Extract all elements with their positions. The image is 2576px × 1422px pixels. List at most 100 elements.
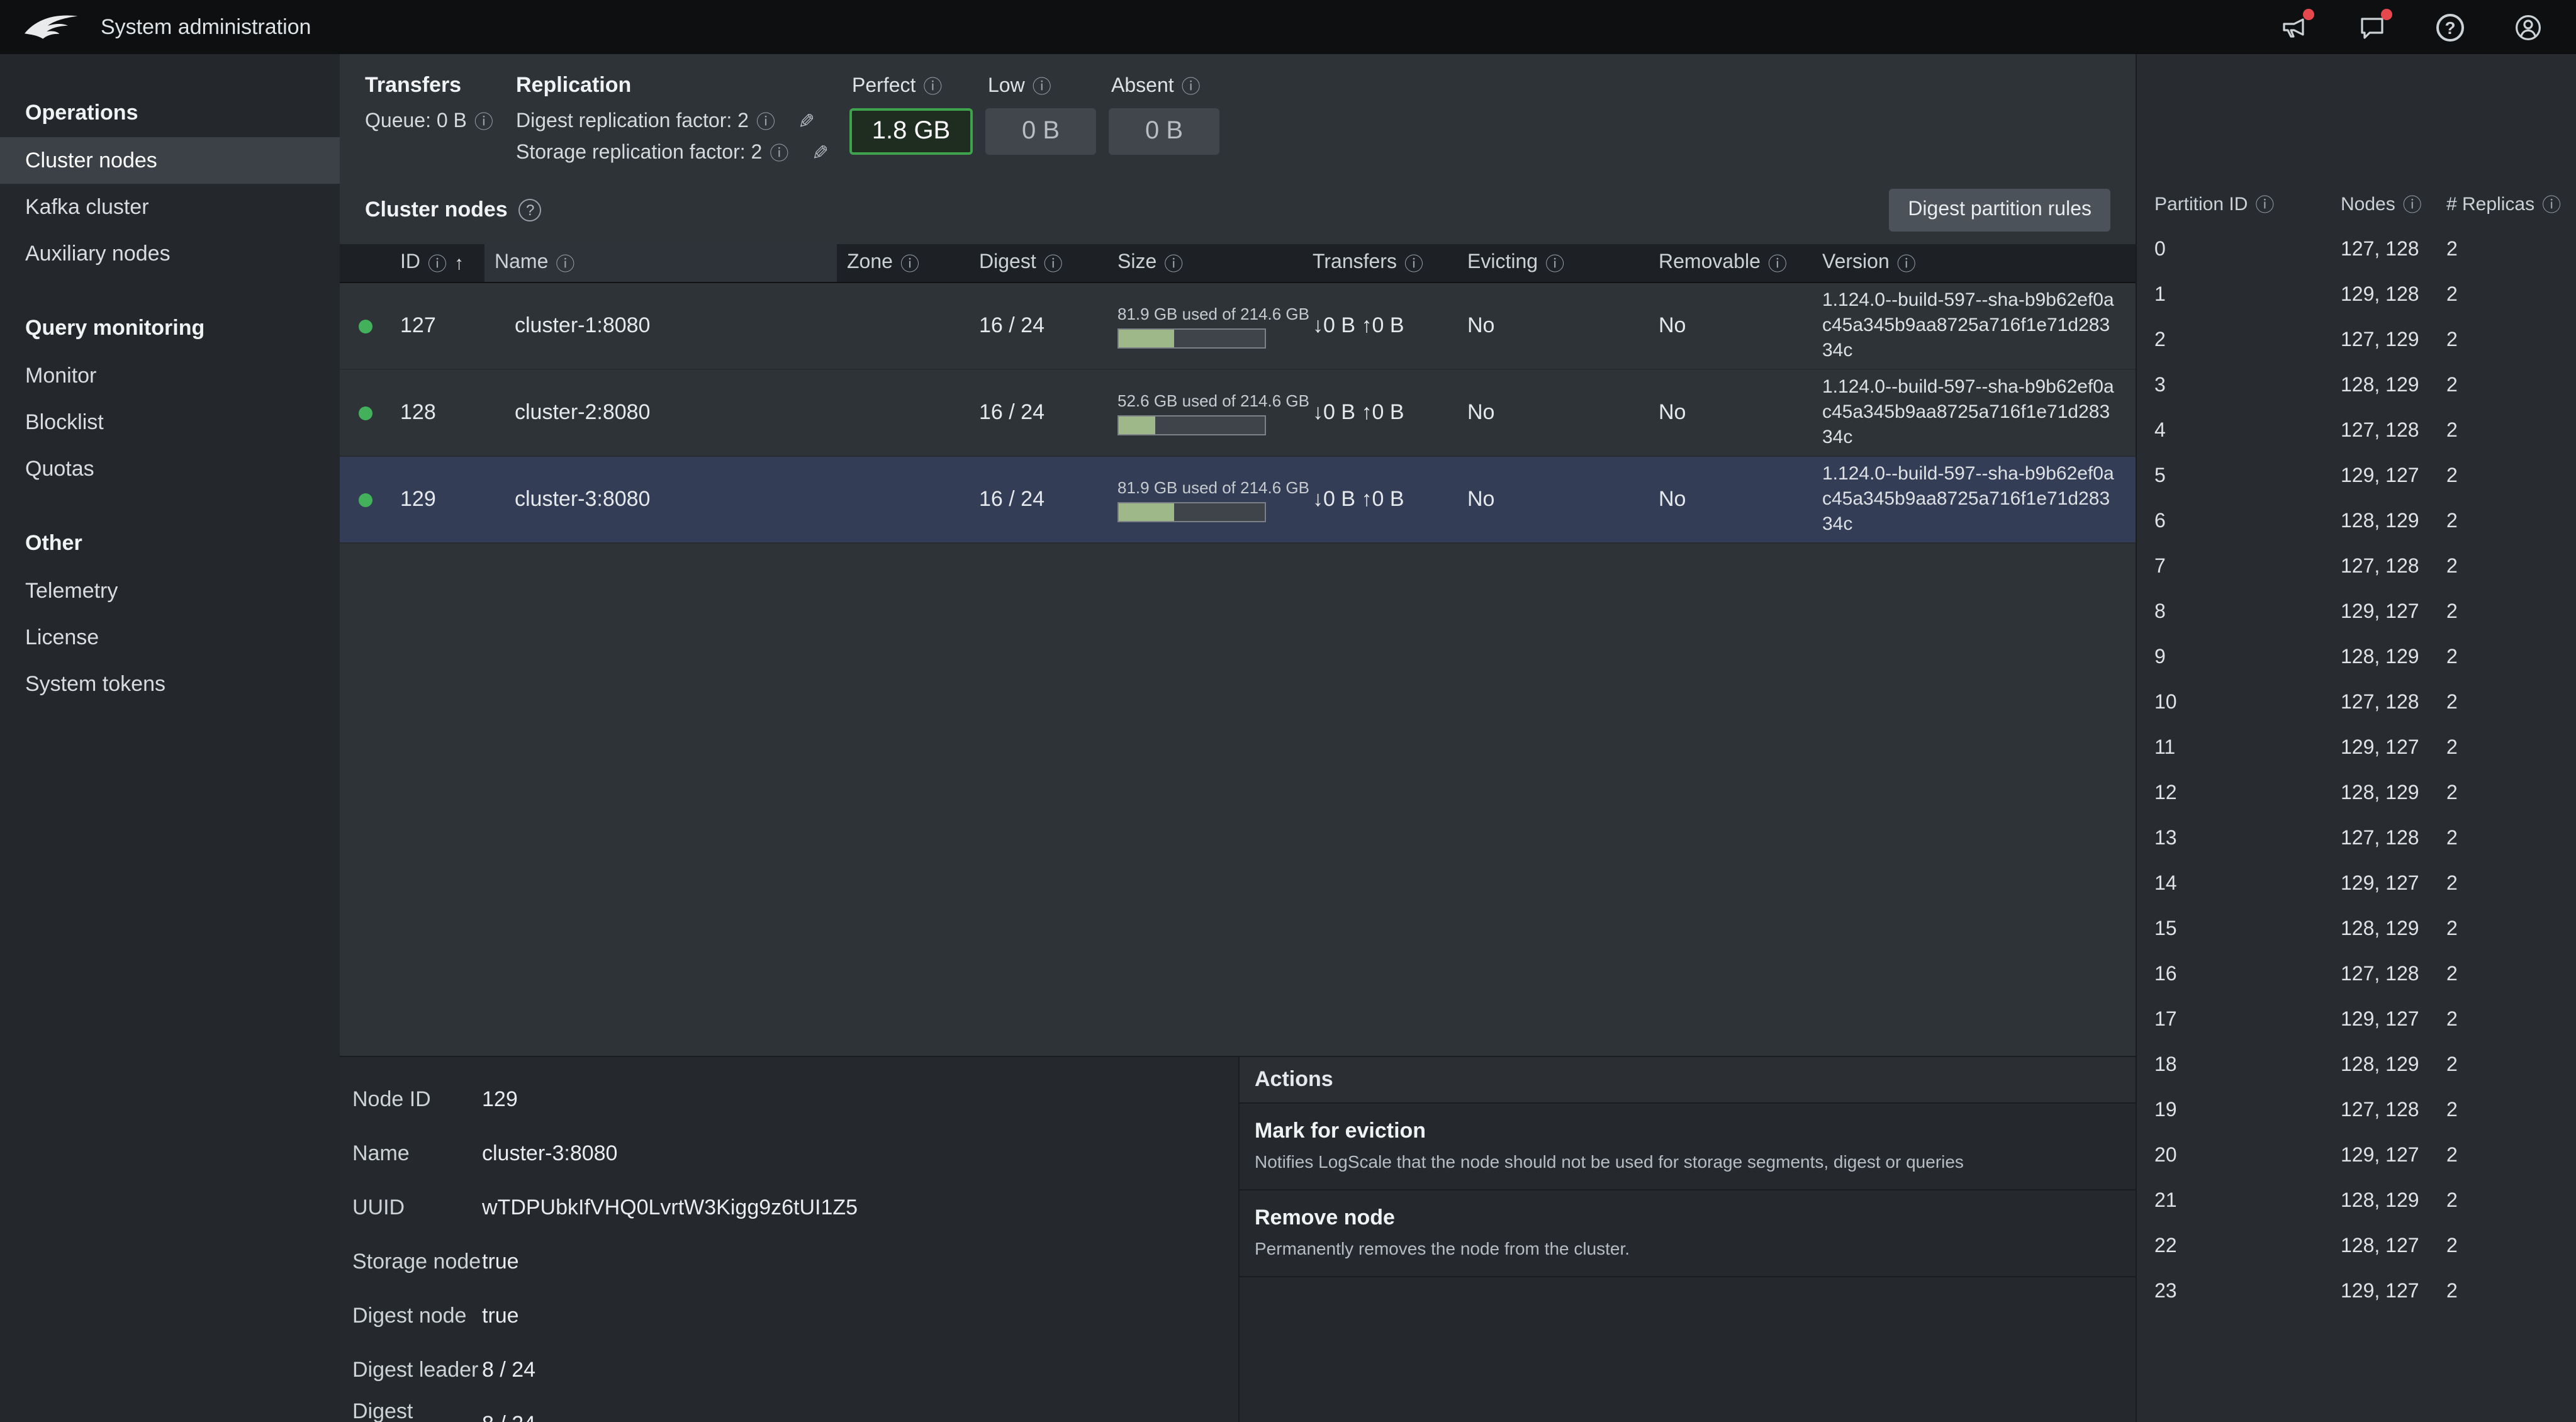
column-header-id[interactable]: IDⓘ↑ [390, 244, 484, 282]
cluster-table-body: 127cluster-1:808016 / 2481.9 GB used of … [340, 283, 2136, 544]
node-transfers-cell: ↓0 B ↑0 B [1302, 400, 1457, 425]
sidebar-item-license[interactable]: License [0, 614, 340, 661]
column-header-evicting[interactable]: Evictingⓘ [1457, 244, 1649, 282]
sidebar-item-system-tokens[interactable]: System tokens [0, 661, 340, 707]
sidebar-item-monitor[interactable]: Monitor [0, 352, 340, 399]
detail-value: 8 / 24 [482, 1357, 535, 1382]
table-row-node-129[interactable]: 129cluster-3:808016 / 2481.9 GB used of … [340, 457, 2136, 544]
sidebar-item-blocklist[interactable]: Blocklist [0, 399, 340, 445]
partition-row-8[interactable]: 8129, 1272 [2137, 590, 2576, 635]
partition-nodes-cell: 129, 128 [2341, 284, 2446, 307]
user-icon[interactable] [2513, 12, 2543, 42]
info-icon: ⓘ [1033, 73, 1051, 99]
column-label: ID [400, 252, 420, 274]
table-row-node-128[interactable]: 128cluster-2:808016 / 2452.6 GB used of … [340, 370, 2136, 457]
help-icon[interactable]: ? [2435, 12, 2465, 42]
partition-id-cell: 21 [2154, 1190, 2341, 1213]
partition-row-18[interactable]: 18128, 1292 [2137, 1043, 2576, 1089]
partition-row-5[interactable]: 5129, 1272 [2137, 454, 2576, 500]
action-description: Notifies LogScale that the node should n… [1255, 1151, 2120, 1172]
column-header-size[interactable]: Sizeⓘ [1107, 244, 1302, 282]
column-header-version[interactable]: Versionⓘ [1812, 244, 2136, 282]
stats-bar: Transfers Queue: 0 B ⓘ Replication Diges… [340, 54, 2136, 171]
edit-icon[interactable]: ✎ [811, 140, 828, 165]
partitions-body: 0127, 12821129, 12822127, 12923128, 1292… [2137, 228, 2576, 1315]
action-remove-node[interactable]: Remove nodePermanently removes the node … [1240, 1190, 2136, 1277]
partition-id-cell: 22 [2154, 1236, 2341, 1258]
partition-nodes-cell: 127, 128 [2341, 964, 2446, 987]
column-header-removable[interactable]: Removableⓘ [1649, 244, 1812, 282]
partition-row-10[interactable]: 10127, 1282 [2137, 681, 2576, 726]
partition-row-12[interactable]: 12128, 1292 [2137, 771, 2576, 817]
partition-replicas-cell: 2 [2446, 737, 2576, 760]
partition-id-cell: 12 [2154, 783, 2341, 805]
partition-row-14[interactable]: 14129, 1272 [2137, 862, 2576, 907]
info-icon: ⓘ [2403, 191, 2422, 217]
node-version-cell: 1.124.0--build-597--sha-b9b62ef0ac45a345… [1812, 461, 2136, 538]
partition-id-cell: 0 [2154, 239, 2341, 262]
partition-row-4[interactable]: 4127, 1282 [2137, 409, 2576, 454]
sidebar-item-auxiliary-nodes[interactable]: Auxiliary nodes [0, 230, 340, 277]
detail-label: Storage node [352, 1249, 482, 1274]
partition-row-16[interactable]: 16127, 1282 [2137, 953, 2576, 998]
node-evicting-cell: No [1457, 487, 1649, 512]
column-header-transfers[interactable]: Transfersⓘ [1302, 244, 1457, 282]
storage-factor-line: Storage replication factor: 2 ⓘ ✎ [516, 140, 849, 166]
digest-partition-rules-button[interactable]: Digest partition rules [1889, 189, 2110, 232]
notification-dot [2303, 8, 2314, 20]
partition-row-17[interactable]: 17129, 1272 [2137, 998, 2576, 1043]
partition-nodes-cell: 128, 129 [2341, 783, 2446, 805]
partition-row-21[interactable]: 21128, 1292 [2137, 1179, 2576, 1224]
action-mark-for-eviction[interactable]: Mark for evictionNotifies LogScale that … [1240, 1104, 2136, 1190]
partitions-panel: Partition IDⓘNodesⓘ# Replicasⓘ 0127, 128… [2136, 54, 2576, 1422]
sidebar-item-cluster-nodes[interactable]: Cluster nodes [0, 137, 340, 184]
partition-column-partition-id[interactable]: Partition IDⓘ [2154, 191, 2341, 217]
sidebar-item-kafka-cluster[interactable]: Kafka cluster [0, 184, 340, 230]
partition-row-11[interactable]: 11129, 1272 [2137, 726, 2576, 771]
stat-value-absent: 0 B [1109, 108, 1219, 155]
partitions-header: Partition IDⓘNodesⓘ# Replicasⓘ [2137, 180, 2576, 228]
cluster-title: Cluster nodes ? [365, 198, 542, 223]
column-header-zone[interactable]: Zoneⓘ [837, 244, 969, 282]
partition-row-0[interactable]: 0127, 1282 [2137, 228, 2576, 273]
megaphone-icon[interactable] [2279, 12, 2309, 42]
partition-replicas-cell: 2 [2446, 330, 2576, 352]
column-header-digest[interactable]: Digestⓘ [969, 244, 1107, 282]
app-root: System administration ? Operation [0, 0, 2576, 1422]
partition-row-13[interactable]: 13127, 1282 [2137, 817, 2576, 862]
partition-row-2[interactable]: 2127, 1292 [2137, 318, 2576, 364]
chat-icon[interactable] [2357, 12, 2387, 42]
partition-row-7[interactable]: 7127, 1282 [2137, 545, 2576, 590]
sidebar-heading-operations: Operations [0, 89, 340, 137]
partition-row-23[interactable]: 23129, 1272 [2137, 1270, 2576, 1315]
partition-column-replicas[interactable]: # Replicasⓘ [2446, 191, 2576, 217]
detail-row-uuid: UUIDwTDPUbkIfVHQ0LvrtW3Kigg9z6tUI1Z5 [352, 1180, 1226, 1234]
node-version-cell: 1.124.0--build-597--sha-b9b62ef0ac45a345… [1812, 374, 2136, 451]
edit-icon[interactable]: ✎ [798, 109, 815, 134]
partition-replicas-cell: 2 [2446, 1236, 2576, 1258]
node-evicting-cell: No [1457, 400, 1649, 425]
partition-row-22[interactable]: 22128, 1272 [2137, 1224, 2576, 1270]
column-label: # Replicas [2446, 193, 2534, 215]
partition-nodes-cell: 127, 128 [2341, 1100, 2446, 1122]
help-icon[interactable]: ? [519, 199, 542, 221]
column-header-name[interactable]: Nameⓘ [484, 244, 837, 282]
partition-row-1[interactable]: 1129, 1282 [2137, 273, 2576, 318]
sidebar-item-quotas[interactable]: Quotas [0, 445, 340, 492]
partition-row-15[interactable]: 15128, 1292 [2137, 907, 2576, 953]
partition-row-9[interactable]: 9128, 1292 [2137, 635, 2576, 681]
partition-replicas-cell: 2 [2446, 1145, 2576, 1168]
info-icon: ⓘ [474, 108, 493, 135]
table-row-node-127[interactable]: 127cluster-1:808016 / 2481.9 GB used of … [340, 283, 2136, 370]
cluster-header: Cluster nodes ? Digest partition rules [340, 171, 2136, 244]
partition-id-cell: 17 [2154, 1009, 2341, 1032]
detail-label: Name [352, 1141, 482, 1166]
sidebar-item-telemetry[interactable]: Telemetry [0, 568, 340, 614]
falcon-logo-icon[interactable] [23, 8, 81, 46]
partition-row-6[interactable]: 6128, 1292 [2137, 500, 2576, 545]
partition-row-20[interactable]: 20129, 1272 [2137, 1134, 2576, 1179]
partition-row-3[interactable]: 3128, 1292 [2137, 364, 2576, 409]
partition-row-19[interactable]: 19127, 1282 [2137, 1089, 2576, 1134]
partition-column-nodes[interactable]: Nodesⓘ [2341, 191, 2446, 217]
column-label: Version [1822, 252, 1890, 274]
